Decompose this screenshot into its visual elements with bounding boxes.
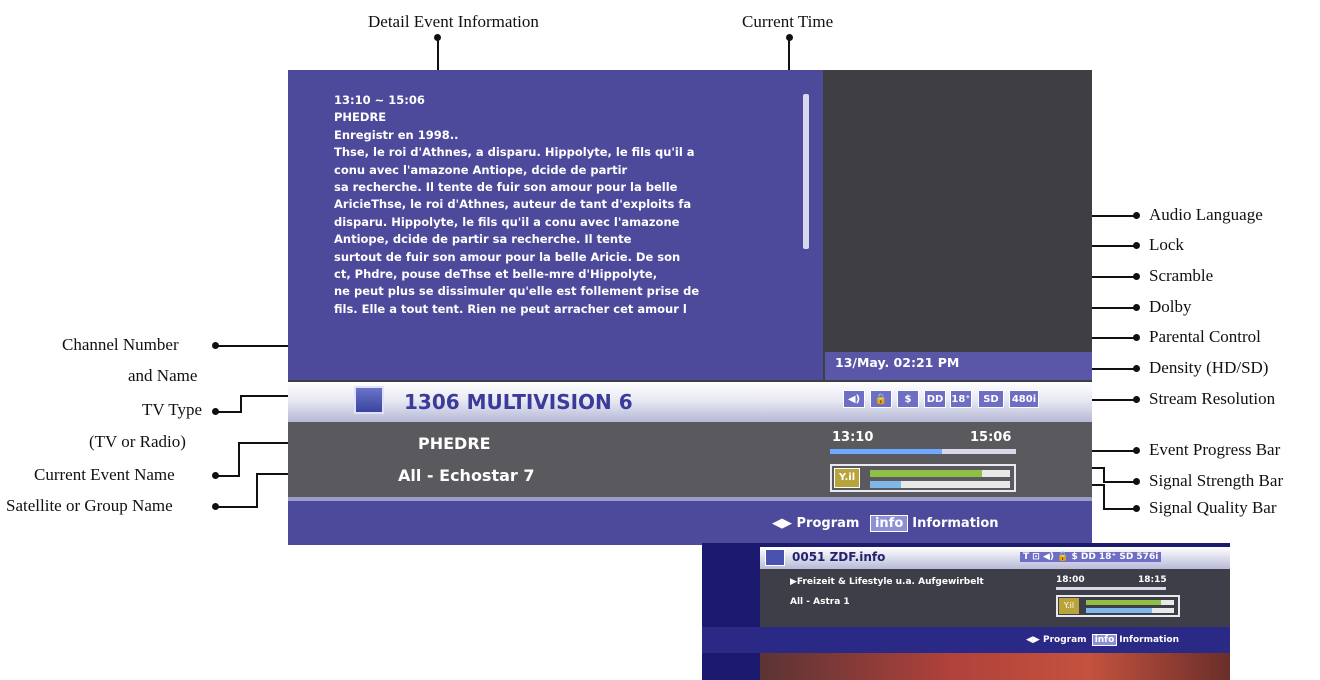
detail-line: sa recherche. Il tente de fuir son amour…: [334, 180, 678, 195]
callout-detail-event-information: Detail Event Information: [368, 12, 539, 31]
audio-language-icon: ◀): [843, 390, 865, 408]
callout-lock: Lock: [1149, 235, 1184, 254]
callout-dolby: Dolby: [1149, 297, 1192, 316]
signal-strength-fill: [870, 470, 982, 477]
inset-start-time: 18:00: [1056, 575, 1085, 585]
callout-audio-language: Audio Language: [1149, 205, 1263, 224]
callout-parental-control: Parental Control: [1149, 327, 1261, 346]
density-icon: SD: [978, 390, 1004, 408]
detail-line: fils. Elle a tout tent. Rien ne peut arr…: [334, 301, 687, 316]
current-event-name: PHEDRE: [418, 434, 491, 453]
scramble-icon: $: [897, 390, 919, 408]
detail-line: Enregistr en 1998..: [334, 127, 459, 142]
inset-signal-quality-fill: [1086, 608, 1152, 613]
inset-event-panel: ▶Freizeit & Lifestyle u.a. Aufgewirbelt …: [760, 569, 1230, 627]
callout-tv-type-detail: (TV or Radio): [89, 432, 186, 451]
tv-type-icon: [354, 386, 384, 414]
detail-event-panel: 13:10 ~ 15:06 PHEDRE Enregistr en 1998..…: [288, 70, 823, 380]
hint-program: Program: [796, 516, 860, 531]
detail-line: 13:10 ~ 15:06: [334, 93, 425, 107]
inset-tv-icon: [765, 549, 785, 566]
inset-hint-bar: ◀▶ Program info Information: [702, 627, 1230, 653]
inset-group-name: All - Astra 1: [790, 597, 850, 607]
inset-screenshot: 0051 ZDF.info T ⊡ ◀) 🔒 $ DD 18⁺ SD 576i …: [702, 543, 1230, 680]
event-end-time: 15:06: [970, 430, 1012, 445]
inset-signal-box: Y.il: [1056, 595, 1180, 617]
inset-signal-quality-bar: [1086, 608, 1174, 613]
event-progress-bar: [830, 449, 1016, 454]
callout-channel-name: and Name: [128, 366, 198, 385]
inset-event-name: ▶Freizeit & Lifestyle u.a. Aufgewirbelt: [790, 577, 984, 587]
hint-bar: ◀▶ Program info Information: [288, 501, 1092, 545]
detail-line: conu avec l'amazone Antiope, dcide de pa…: [334, 162, 628, 177]
inset-arrows-icon: ◀▶: [1026, 635, 1040, 645]
detail-scrollbar[interactable]: [803, 94, 809, 249]
detail-line: ne peut plus se dissimuler qu'elle est f…: [334, 284, 700, 299]
stream-resolution-icon: 480i: [1009, 390, 1039, 408]
satellite-group-name: All - Echostar 7: [398, 466, 535, 485]
inset-hint-text: ◀▶ Program info Information: [1026, 634, 1180, 646]
inset-end-time: 18:15: [1138, 575, 1167, 585]
inset-hint-information: Information: [1119, 635, 1180, 645]
inset-signal-icon: Y.il: [1059, 598, 1079, 614]
callout-stream-resolution: Stream Resolution: [1149, 389, 1276, 408]
callout-tv-type: TV Type: [142, 400, 203, 419]
lock-icon: 🔒: [870, 390, 892, 408]
event-start-time: 13:10: [832, 430, 874, 445]
detail-line: ct, Phdre, pouse deThse et belle-mre d'H…: [334, 267, 658, 282]
inset-hint-program: Program: [1042, 635, 1087, 645]
event-progress-fill: [830, 449, 942, 454]
parental-control-icon: 18⁺: [950, 390, 972, 408]
event-panel: PHEDRE All - Echostar 7 13:10 15:06 Y.il: [288, 422, 1092, 497]
inset-video-background: [760, 653, 1230, 680]
signal-quality-fill: [870, 481, 901, 488]
channel-number-name: 1306 MULTIVISION 6: [404, 390, 633, 414]
detail-event-text: 13:10 ~ 15:06 PHEDRE Enregistr en 1998..…: [334, 92, 804, 318]
inset-channel-name: 0051 ZDF.info: [792, 550, 886, 564]
detail-line: Thse, le roi d'Athnes, a disparu. Hippol…: [334, 145, 695, 160]
callout-channel-number: Channel Number: [62, 335, 179, 354]
callout-signal-strength-bar: Signal Strength Bar: [1149, 471, 1284, 490]
info-button[interactable]: info: [869, 515, 909, 532]
left-right-arrows-icon: ◀▶: [772, 516, 792, 531]
signal-box: Y.il: [830, 464, 1016, 492]
callout-satellite-group-name: Satellite or Group Name: [6, 496, 173, 515]
current-time: 13/May. 02:21 PM: [835, 355, 960, 370]
channel-bar: 1306 MULTIVISION 6 ◀) 🔒 $ DD 18⁺ SD 480i: [288, 382, 1092, 422]
detail-line: Antiope, dcide de partir sa recherche. I…: [334, 232, 632, 247]
detail-line: PHEDRE: [334, 110, 387, 125]
callout-event-progress-bar: Event Progress Bar: [1149, 440, 1281, 459]
inset-status-icons: T ⊡ ◀) 🔒 $ DD 18⁺ SD 576i: [1020, 552, 1162, 562]
signal-icon: Y.il: [834, 468, 860, 488]
dolby-icon: DD: [924, 390, 946, 408]
inset-signal-strength-bar: [1086, 600, 1174, 605]
detail-line: disparu. Hippolyte, le fils qu'il a conu…: [334, 214, 680, 229]
inset-channel-bar: 0051 ZDF.info T ⊡ ◀) 🔒 $ DD 18⁺ SD 576i: [760, 547, 1230, 569]
callout-signal-quality-bar: Signal Quality Bar: [1149, 498, 1277, 517]
signal-strength-bar: [870, 470, 1010, 477]
callout-density: Density (HD/SD): [1149, 358, 1269, 377]
tv-info-screen: 13:10 ~ 15:06 PHEDRE Enregistr en 1998..…: [288, 70, 1092, 545]
inset-progress-bar: [1056, 587, 1166, 590]
hint-information: Information: [912, 516, 999, 531]
detail-line: surtout de fuir son amour pour la belle …: [334, 249, 681, 264]
signal-quality-bar: [870, 481, 1010, 488]
inset-signal-strength-fill: [1086, 600, 1161, 605]
callout-current-time: Current Time: [742, 12, 834, 31]
hint-text: ◀▶ Program info Information: [772, 515, 999, 532]
callout-scramble: Scramble: [1149, 266, 1214, 285]
inset-info-button[interactable]: info: [1091, 634, 1118, 646]
detail-line: AricieThse, le roi d'Athnes, auteur de t…: [334, 197, 692, 212]
callout-current-event-name: Current Event Name: [34, 465, 175, 484]
